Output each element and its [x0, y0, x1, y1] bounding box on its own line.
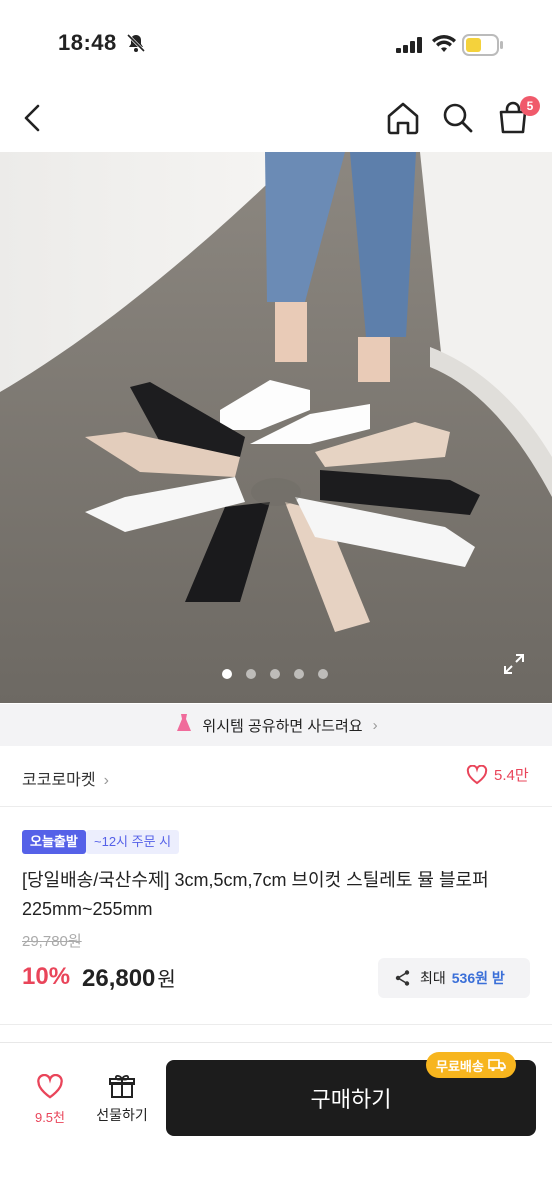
- gift-label: 선물하기: [96, 1107, 148, 1123]
- gift-button[interactable]: 선물하기: [90, 1072, 154, 1125]
- search-button[interactable]: [440, 100, 476, 141]
- heart-icon: [466, 764, 488, 784]
- store-link[interactable]: 코코로마켓 ›: [22, 766, 109, 790]
- bell-off-icon: [126, 33, 146, 58]
- delivery-cutoff-tag: ~12시 주문 시: [86, 830, 180, 854]
- share-icon: [395, 970, 410, 986]
- wifi-icon: [432, 34, 456, 59]
- wish-count: 9.5천: [34, 1110, 66, 1125]
- home-button[interactable]: [384, 100, 422, 141]
- free-shipping-badge: 무료배송: [426, 1052, 516, 1078]
- signal-icon: [396, 37, 424, 58]
- sale-price-value: 26,800: [82, 965, 156, 992]
- wish-button[interactable]: 9.5천: [28, 1073, 72, 1126]
- expand-icon[interactable]: [502, 652, 526, 681]
- truck-icon: [488, 1059, 506, 1072]
- share-reward-amount: 536원 받: [451, 970, 505, 986]
- share-reward-button[interactable]: 최대 536원 받: [378, 958, 530, 998]
- home-icon: [387, 102, 419, 135]
- status-bar: 18:48: [0, 0, 552, 90]
- product-image[interactable]: [0, 152, 552, 703]
- divider: [0, 806, 552, 807]
- back-button[interactable]: [18, 100, 50, 136]
- gift-icon: [109, 1074, 135, 1098]
- share-reward-label: 최대: [420, 970, 446, 986]
- dress-icon: [174, 713, 194, 737]
- free-shipping-label: 무료배송: [436, 1058, 484, 1074]
- store-likes-count: 5.4만: [494, 767, 529, 784]
- chevron-right-icon: ›: [103, 772, 109, 789]
- product-title: [당일배송/국산수제] 3cm,5cm,7cm 브이컷 스틸레토 뮬 블로퍼 2…: [22, 870, 489, 919]
- gallery-dot[interactable]: [222, 669, 232, 679]
- sale-price: 26,800 원: [82, 963, 176, 993]
- divider: [0, 1024, 552, 1025]
- share-banner-text: 위시템 공유하면 사드려요: [202, 717, 363, 735]
- original-price: 29,780원: [22, 933, 82, 950]
- chevron-left-icon: [24, 104, 40, 132]
- chevron-right-icon: ›: [372, 716, 378, 734]
- heart-icon: [37, 1073, 63, 1099]
- gallery-dot[interactable]: [246, 669, 256, 679]
- gallery-dot[interactable]: [270, 669, 280, 679]
- store-like-button[interactable]: 5.4만: [466, 764, 529, 785]
- price-unit: 원: [157, 969, 176, 991]
- battery-icon: [462, 34, 504, 61]
- gallery-dot[interactable]: [318, 669, 328, 679]
- gallery-pagination: [222, 666, 342, 684]
- store-name: 코코로마켓: [22, 772, 96, 789]
- search-icon: [443, 103, 473, 133]
- status-time: 18:48: [58, 30, 117, 55]
- gallery-dot[interactable]: [294, 669, 304, 679]
- delivery-tag: 오늘출발: [22, 830, 86, 854]
- cart-count-badge: 5: [520, 96, 540, 116]
- share-wish-banner[interactable]: 위시템 공유하면 사드려요 ›: [0, 704, 552, 746]
- discount-rate: 10%: [22, 963, 71, 990]
